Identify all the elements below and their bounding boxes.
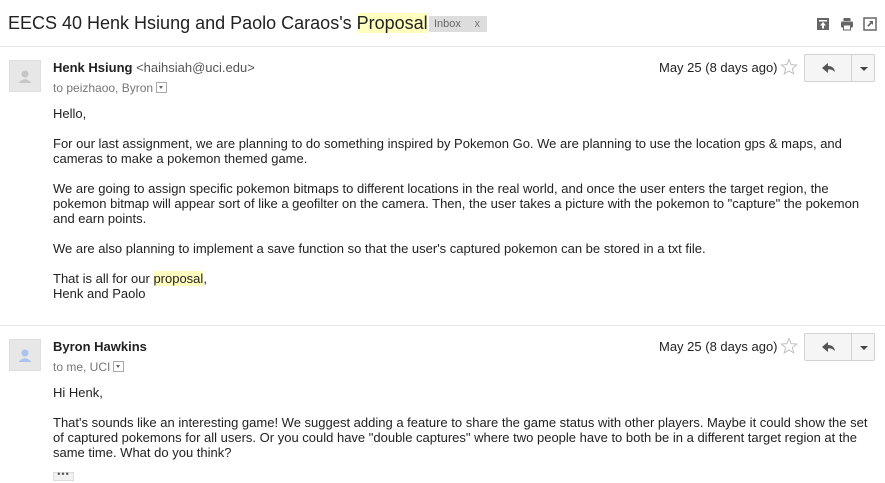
show-details-chevron-icon[interactable] xyxy=(113,361,125,372)
star-icon[interactable] xyxy=(780,337,798,355)
closing-prefix: That is all for our xyxy=(53,271,154,286)
message-date: May 25 (8 days ago) xyxy=(659,60,778,75)
message-body: Hi Henk, That's sounds like an interesti… xyxy=(53,385,868,460)
avatar xyxy=(9,60,41,92)
reply-icon xyxy=(822,342,835,352)
closing-line: That is all for our proposal, xyxy=(53,271,868,286)
signature: Henk and Paolo xyxy=(53,286,146,301)
avatar xyxy=(9,339,41,371)
inbox-label-text: Inbox xyxy=(434,18,461,30)
sender-email: <haihsiah@uci.edu> xyxy=(136,60,255,75)
default-avatar-icon xyxy=(18,349,32,362)
sender-name[interactable]: Byron Hawkins xyxy=(53,339,147,354)
thread-header: EECS 40 Henk Hsiung and Paolo Caraos's P… xyxy=(0,0,885,46)
more-options-button[interactable] xyxy=(851,333,875,361)
body-paragraph: Hello, xyxy=(53,106,87,121)
closing-highlight: proposal xyxy=(153,271,204,286)
body-paragraph: For our last assignment, we are planning… xyxy=(53,136,842,166)
recipients[interactable]: to peizhaoo, Byron xyxy=(53,80,168,96)
remove-label-button[interactable]: x xyxy=(475,16,481,32)
message-date: May 25 (8 days ago) xyxy=(659,339,778,354)
recipients-text: to peizhaoo, Byron xyxy=(53,81,154,95)
reply-button[interactable] xyxy=(804,333,852,361)
recipients[interactable]: to me, UCI xyxy=(53,359,125,375)
subject-highlight: Proposal xyxy=(356,13,428,33)
new-window-icon[interactable] xyxy=(863,17,877,31)
more-options-button[interactable] xyxy=(851,54,875,82)
reply-button[interactable] xyxy=(804,54,852,82)
default-avatar-icon xyxy=(18,70,32,83)
message-body: Hello, For our last assignment, we are p… xyxy=(53,106,868,301)
sender-name[interactable]: Henk Hsiung xyxy=(53,60,132,75)
body-paragraph: That's sounds like an interesting game! … xyxy=(53,415,868,460)
show-trimmed-content-button[interactable]: ••• xyxy=(53,470,74,481)
expand-all-icon[interactable] xyxy=(816,17,830,31)
message-1: Henk Hsiung <haihsiah@uci.edu> to peizha… xyxy=(0,47,885,325)
sender[interactable]: Byron Hawkins xyxy=(53,339,147,355)
body-paragraph: We are going to assign specific pokemon … xyxy=(53,181,860,226)
body-paragraph: Hi Henk, xyxy=(53,385,103,400)
recipients-text: to me, UCI xyxy=(53,360,111,374)
subject-prefix: EECS 40 Henk Hsiung and Paolo Caraos's xyxy=(8,13,357,33)
message-2: Byron Hawkins to me, UCI May 25 (8 days … xyxy=(0,326,885,483)
sender[interactable]: Henk Hsiung <haihsiah@uci.edu> xyxy=(53,60,255,76)
print-all-icon[interactable] xyxy=(840,17,854,31)
inbox-label-chip[interactable]: Inbox x xyxy=(429,16,487,32)
show-details-chevron-icon[interactable] xyxy=(156,82,168,93)
body-paragraph: We are also planning to implement a save… xyxy=(53,241,706,256)
star-icon[interactable] xyxy=(780,58,798,76)
closing-suffix: , xyxy=(203,271,207,286)
reply-icon xyxy=(822,63,835,73)
thread-subject: EECS 40 Henk Hsiung and Paolo Caraos's P… xyxy=(8,12,428,34)
